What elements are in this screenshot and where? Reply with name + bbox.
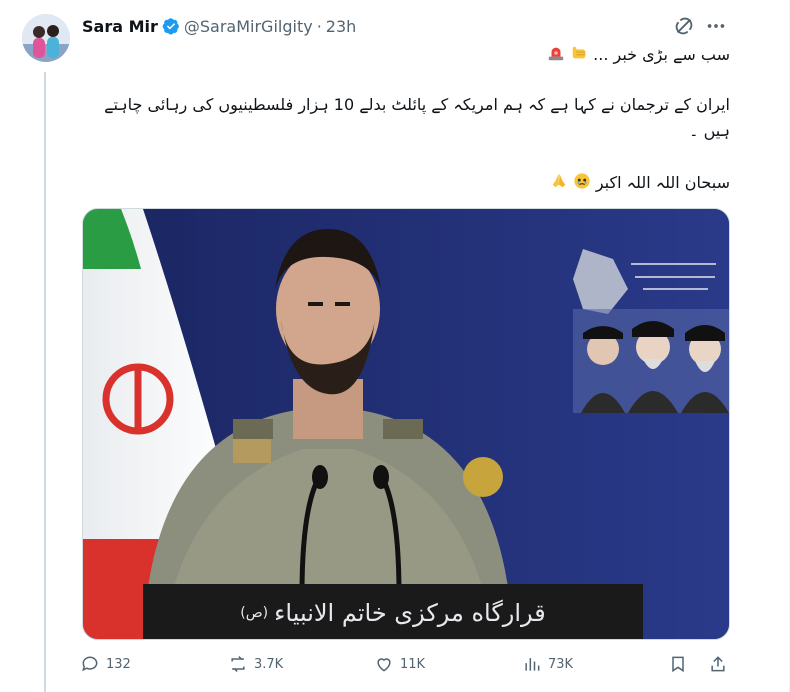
share-icon: [711, 656, 725, 672]
tweet-headline: سب سے بڑی خبر ...: [593, 45, 730, 64]
tweet-text-line-1: سب سے بڑی خبر ...: [82, 44, 730, 67]
speaker-photo: [83, 209, 729, 639]
heart-icon: [377, 658, 391, 672]
reply-count: 132: [106, 656, 131, 672]
tweet-actions: 132 3.7K 11K 73K: [80, 654, 740, 680]
like-button[interactable]: 11K: [374, 654, 425, 674]
tweet-prayer-text: سبحان اللہ اللہ اکبر: [595, 173, 730, 192]
tweet-media-image[interactable]: قرارگاه مرکزی خاتم الانبیاء (ص): [82, 208, 730, 640]
share-button[interactable]: [708, 654, 728, 674]
tweet-text-line-4: سبحان اللہ اللہ اکبر: [82, 172, 730, 195]
like-count: 11K: [400, 656, 426, 672]
author-handle[interactable]: @SaraMirGilgity: [184, 17, 313, 36]
tweet-header: Sara Mir @SaraMirGilgity · 23h: [82, 14, 356, 38]
views-count: 73K: [548, 656, 574, 672]
media-banner-text: قرارگاه مرکزی خاتم الانبیاء: [274, 599, 546, 627]
verified-badge-icon: [162, 17, 180, 35]
thread-line: [44, 72, 46, 692]
separator: ·: [316, 16, 322, 36]
views-button[interactable]: 73K: [522, 654, 573, 674]
fist-emoji-icon: [570, 44, 588, 67]
grok-icon[interactable]: [673, 15, 695, 37]
avatar[interactable]: [22, 14, 70, 62]
tweet-text-line-3: ہیں ۔: [689, 121, 730, 140]
bookmark-button[interactable]: [668, 654, 688, 674]
avatar-image: [22, 14, 70, 62]
folded-hands-emoji-icon: [550, 172, 568, 195]
reply-button[interactable]: 132: [80, 654, 131, 674]
reply-icon: [82, 656, 98, 672]
media-banner-suffix: (ص): [240, 605, 269, 621]
repost-count: 3.7K: [254, 656, 284, 672]
teary-face-emoji-icon: [573, 172, 591, 195]
bookmark-icon: [672, 656, 684, 673]
author-name[interactable]: Sara Mir: [82, 17, 158, 36]
timestamp[interactable]: 23h: [326, 17, 357, 36]
media-banner: قرارگاه مرکزی خاتم الانبیاء (ص): [153, 591, 633, 635]
views-icon: [525, 658, 540, 671]
repost-icon: [231, 655, 245, 673]
tweet-text-line-2: ایران کے ترجمان نے کہا ہے کہ ہم امریکہ ک…: [104, 95, 730, 114]
repost-button[interactable]: 3.7K: [228, 654, 283, 674]
police-light-emoji-icon: [547, 44, 565, 67]
more-options-icon[interactable]: [705, 15, 727, 37]
tweet[interactable]: Sara Mir @SaraMirGilgity · 23h سب سے بڑی…: [0, 0, 760, 692]
